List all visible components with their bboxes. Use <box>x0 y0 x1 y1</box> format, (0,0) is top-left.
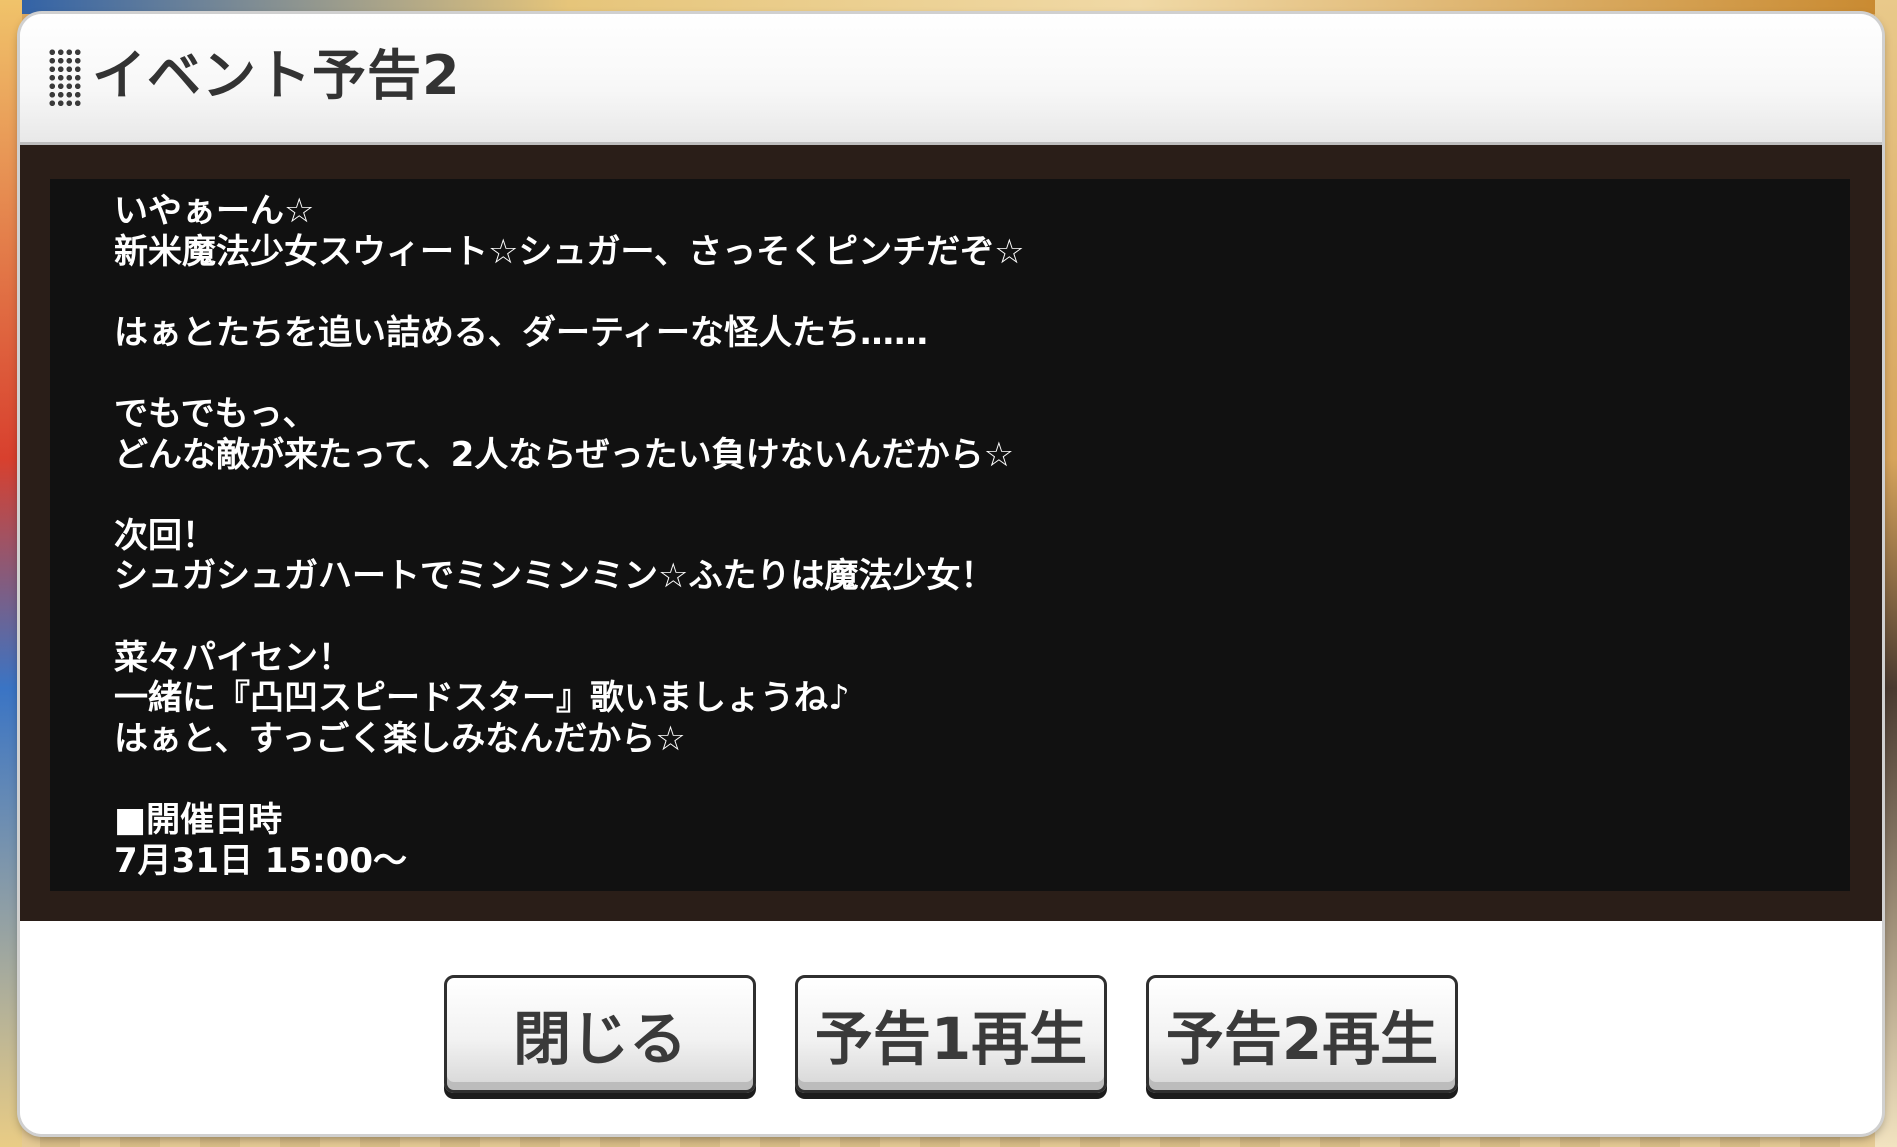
close-button[interactable]: 閉じる <box>444 975 756 1093</box>
dialog-button-bar: 閉じる 予告1再生 予告2再生 <box>20 921 1882 1134</box>
message-panel: いやぁーん☆ 新米魔法少女スウィート☆シュガー、さっそくピンチだぞ☆ はぁとたち… <box>50 179 1850 891</box>
event-preview-dialog: イベント予告2 いやぁーん☆ 新米魔法少女スウィート☆シュガー、さっそくピンチだ… <box>20 14 1882 1134</box>
play-preview-2-button[interactable]: 予告2再生 <box>1146 975 1458 1093</box>
dialog-body: いやぁーん☆ 新米魔法少女スウィート☆シュガー、さっそくピンチだぞ☆ はぁとたち… <box>20 145 1882 921</box>
play-preview-1-button[interactable]: 予告1再生 <box>795 975 1107 1093</box>
dialog-title: イベント予告2 <box>92 44 461 107</box>
dialog-header: イベント予告2 <box>20 14 1882 145</box>
background-game-screen-left <box>0 0 22 1147</box>
event-message-text: いやぁーん☆ 新米魔法少女スウィート☆シュガー、さっそくピンチだぞ☆ はぁとたち… <box>114 191 1025 881</box>
background-game-screen-top <box>0 0 1897 14</box>
grip-dots-icon <box>48 48 82 108</box>
